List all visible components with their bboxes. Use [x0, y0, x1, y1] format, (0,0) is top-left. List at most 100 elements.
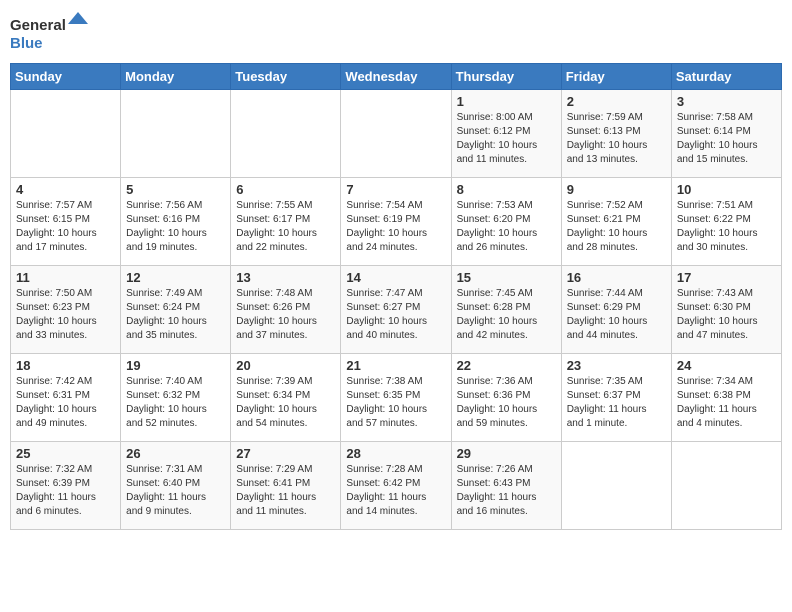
calendar-week-row: 18 Sunrise: 7:42 AM Sunset: 6:31 PM Dayli… — [11, 354, 782, 442]
calendar-cell: 3 Sunrise: 7:58 AM Sunset: 6:14 PM Daylig… — [671, 90, 781, 178]
day-number: 11 — [16, 270, 115, 285]
day-number: 1 — [457, 94, 556, 109]
day-info: Sunrise: 7:44 AM Sunset: 6:29 PM Dayligh… — [567, 287, 666, 343]
day-info: Sunrise: 7:28 AM Sunset: 6:42 PM Dayligh… — [346, 463, 445, 519]
calendar-cell: 23 Sunrise: 7:35 AM Sunset: 6:37 PM Dayli… — [561, 354, 671, 442]
calendar-cell: 7 Sunrise: 7:54 AM Sunset: 6:19 PM Daylig… — [341, 178, 451, 266]
day-info: Sunrise: 7:58 AM Sunset: 6:14 PM Dayligh… — [677, 111, 776, 167]
day-number: 25 — [16, 446, 115, 461]
day-number: 3 — [677, 94, 776, 109]
day-info: Sunrise: 7:29 AM Sunset: 6:41 PM Dayligh… — [236, 463, 335, 519]
calendar-cell: 27Sunrise: 7:29 AM Sunset: 6:41 PM Dayli… — [231, 442, 341, 530]
day-info: Sunrise: 7:56 AM Sunset: 6:16 PM Dayligh… — [126, 199, 225, 255]
logo: General Blue — [10, 10, 90, 55]
day-info: Sunrise: 7:38 AM Sunset: 6:35 PM Dayligh… — [346, 375, 445, 431]
calendar-cell: 6 Sunrise: 7:55 AM Sunset: 6:17 PM Daylig… — [231, 178, 341, 266]
calendar-cell: 16 Sunrise: 7:44 AM Sunset: 6:29 PM Dayli… — [561, 266, 671, 354]
day-info: Sunrise: 7:36 AM Sunset: 6:36 PM Dayligh… — [457, 375, 556, 431]
day-info: Sunrise: 7:26 AM Sunset: 6:43 PM Dayligh… — [457, 463, 556, 519]
day-number: 8 — [457, 182, 556, 197]
day-info: Sunrise: 7:53 AM Sunset: 6:20 PM Dayligh… — [457, 199, 556, 255]
weekday-header-sunday: Sunday — [11, 64, 121, 90]
calendar-header: SundayMondayTuesdayWednesdayThursdayFrid… — [11, 64, 782, 90]
calendar-cell: 5 Sunrise: 7:56 AM Sunset: 6:16 PM Daylig… — [121, 178, 231, 266]
day-number: 14 — [346, 270, 445, 285]
day-number: 18 — [16, 358, 115, 373]
day-number: 12 — [126, 270, 225, 285]
calendar-cell: 10Sunrise: 7:51 AM Sunset: 6:22 PM Dayli… — [671, 178, 781, 266]
day-number: 5 — [126, 182, 225, 197]
weekday-header-thursday: Thursday — [451, 64, 561, 90]
day-number: 20 — [236, 358, 335, 373]
day-number: 16 — [567, 270, 666, 285]
calendar-cell: 2Sunrise: 7:59 AM Sunset: 6:13 PM Daylig… — [561, 90, 671, 178]
day-info: Sunrise: 7:43 AM Sunset: 6:30 PM Dayligh… — [677, 287, 776, 343]
day-info: Sunrise: 7:47 AM Sunset: 6:27 PM Dayligh… — [346, 287, 445, 343]
calendar-cell: 24Sunrise: 7:34 AM Sunset: 6:38 PM Dayli… — [671, 354, 781, 442]
calendar-cell — [561, 442, 671, 530]
calendar-cell: 19Sunrise: 7:40 AM Sunset: 6:32 PM Dayli… — [121, 354, 231, 442]
day-info: Sunrise: 7:31 AM Sunset: 6:40 PM Dayligh… — [126, 463, 225, 519]
calendar-cell — [671, 442, 781, 530]
day-number: 22 — [457, 358, 556, 373]
day-number: 23 — [567, 358, 666, 373]
weekday-header-wednesday: Wednesday — [341, 64, 451, 90]
day-info: Sunrise: 7:42 AM Sunset: 6:31 PM Dayligh… — [16, 375, 115, 431]
calendar-week-row: 4Sunrise: 7:57 AM Sunset: 6:15 PM Daylig… — [11, 178, 782, 266]
calendar-cell: 28 Sunrise: 7:28 AM Sunset: 6:42 PM Dayli… — [341, 442, 451, 530]
calendar-week-row: 25 Sunrise: 7:32 AM Sunset: 6:39 PM Dayli… — [11, 442, 782, 530]
day-info: Sunrise: 7:50 AM Sunset: 6:23 PM Dayligh… — [16, 287, 115, 343]
day-info: Sunrise: 7:51 AM Sunset: 6:22 PM Dayligh… — [677, 199, 776, 255]
calendar-week-row: 1 Sunrise: 8:00 AM Sunset: 6:12 PM Daylig… — [11, 90, 782, 178]
calendar-cell — [11, 90, 121, 178]
day-info: Sunrise: 7:39 AM Sunset: 6:34 PM Dayligh… — [236, 375, 335, 431]
calendar-cell: 26 Sunrise: 7:31 AM Sunset: 6:40 PM Dayli… — [121, 442, 231, 530]
day-number: 2 — [567, 94, 666, 109]
day-info: Sunrise: 7:32 AM Sunset: 6:39 PM Dayligh… — [16, 463, 115, 519]
calendar-cell: 18 Sunrise: 7:42 AM Sunset: 6:31 PM Dayli… — [11, 354, 121, 442]
calendar-table: SundayMondayTuesdayWednesdayThursdayFrid… — [10, 63, 782, 530]
day-number: 21 — [346, 358, 445, 373]
calendar-week-row: 11 Sunrise: 7:50 AM Sunset: 6:23 PM Dayli… — [11, 266, 782, 354]
logo-svg: General Blue — [10, 10, 90, 55]
calendar-cell — [231, 90, 341, 178]
calendar-cell: 12Sunrise: 7:49 AM Sunset: 6:24 PM Dayli… — [121, 266, 231, 354]
day-number: 17 — [677, 270, 776, 285]
day-number: 7 — [346, 182, 445, 197]
day-info: Sunrise: 8:00 AM Sunset: 6:12 PM Dayligh… — [457, 111, 556, 167]
day-info: Sunrise: 7:54 AM Sunset: 6:19 PM Dayligh… — [346, 199, 445, 255]
calendar-cell: 9 Sunrise: 7:52 AM Sunset: 6:21 PM Daylig… — [561, 178, 671, 266]
calendar-cell: 15Sunrise: 7:45 AM Sunset: 6:28 PM Dayli… — [451, 266, 561, 354]
weekday-header-monday: Monday — [121, 64, 231, 90]
weekday-header-saturday: Saturday — [671, 64, 781, 90]
day-number: 19 — [126, 358, 225, 373]
weekday-header-friday: Friday — [561, 64, 671, 90]
day-info: Sunrise: 7:52 AM Sunset: 6:21 PM Dayligh… — [567, 199, 666, 255]
day-number: 26 — [126, 446, 225, 461]
page-header: General Blue — [10, 10, 782, 55]
calendar-cell — [121, 90, 231, 178]
day-number: 9 — [567, 182, 666, 197]
day-number: 6 — [236, 182, 335, 197]
calendar-cell: 14 Sunrise: 7:47 AM Sunset: 6:27 PM Dayli… — [341, 266, 451, 354]
calendar-cell: 25 Sunrise: 7:32 AM Sunset: 6:39 PM Dayli… — [11, 442, 121, 530]
calendar-cell — [341, 90, 451, 178]
calendar-body: 1 Sunrise: 8:00 AM Sunset: 6:12 PM Daylig… — [11, 90, 782, 530]
calendar-cell: 1 Sunrise: 8:00 AM Sunset: 6:12 PM Daylig… — [451, 90, 561, 178]
calendar-cell: 21 Sunrise: 7:38 AM Sunset: 6:35 PM Dayli… — [341, 354, 451, 442]
day-number: 28 — [346, 446, 445, 461]
calendar-cell: 13Sunrise: 7:48 AM Sunset: 6:26 PM Dayli… — [231, 266, 341, 354]
svg-text:Blue: Blue — [10, 35, 43, 52]
calendar-cell: 8 Sunrise: 7:53 AM Sunset: 6:20 PM Daylig… — [451, 178, 561, 266]
svg-text:General: General — [10, 17, 66, 34]
day-info: Sunrise: 7:48 AM Sunset: 6:26 PM Dayligh… — [236, 287, 335, 343]
day-number: 4 — [16, 182, 115, 197]
day-info: Sunrise: 7:55 AM Sunset: 6:17 PM Dayligh… — [236, 199, 335, 255]
calendar-cell: 11 Sunrise: 7:50 AM Sunset: 6:23 PM Dayli… — [11, 266, 121, 354]
day-number: 24 — [677, 358, 776, 373]
calendar-cell: 20 Sunrise: 7:39 AM Sunset: 6:34 PM Dayli… — [231, 354, 341, 442]
day-info: Sunrise: 7:35 AM Sunset: 6:37 PM Dayligh… — [567, 375, 666, 431]
day-number: 15 — [457, 270, 556, 285]
day-number: 29 — [457, 446, 556, 461]
calendar-cell: 4Sunrise: 7:57 AM Sunset: 6:15 PM Daylig… — [11, 178, 121, 266]
